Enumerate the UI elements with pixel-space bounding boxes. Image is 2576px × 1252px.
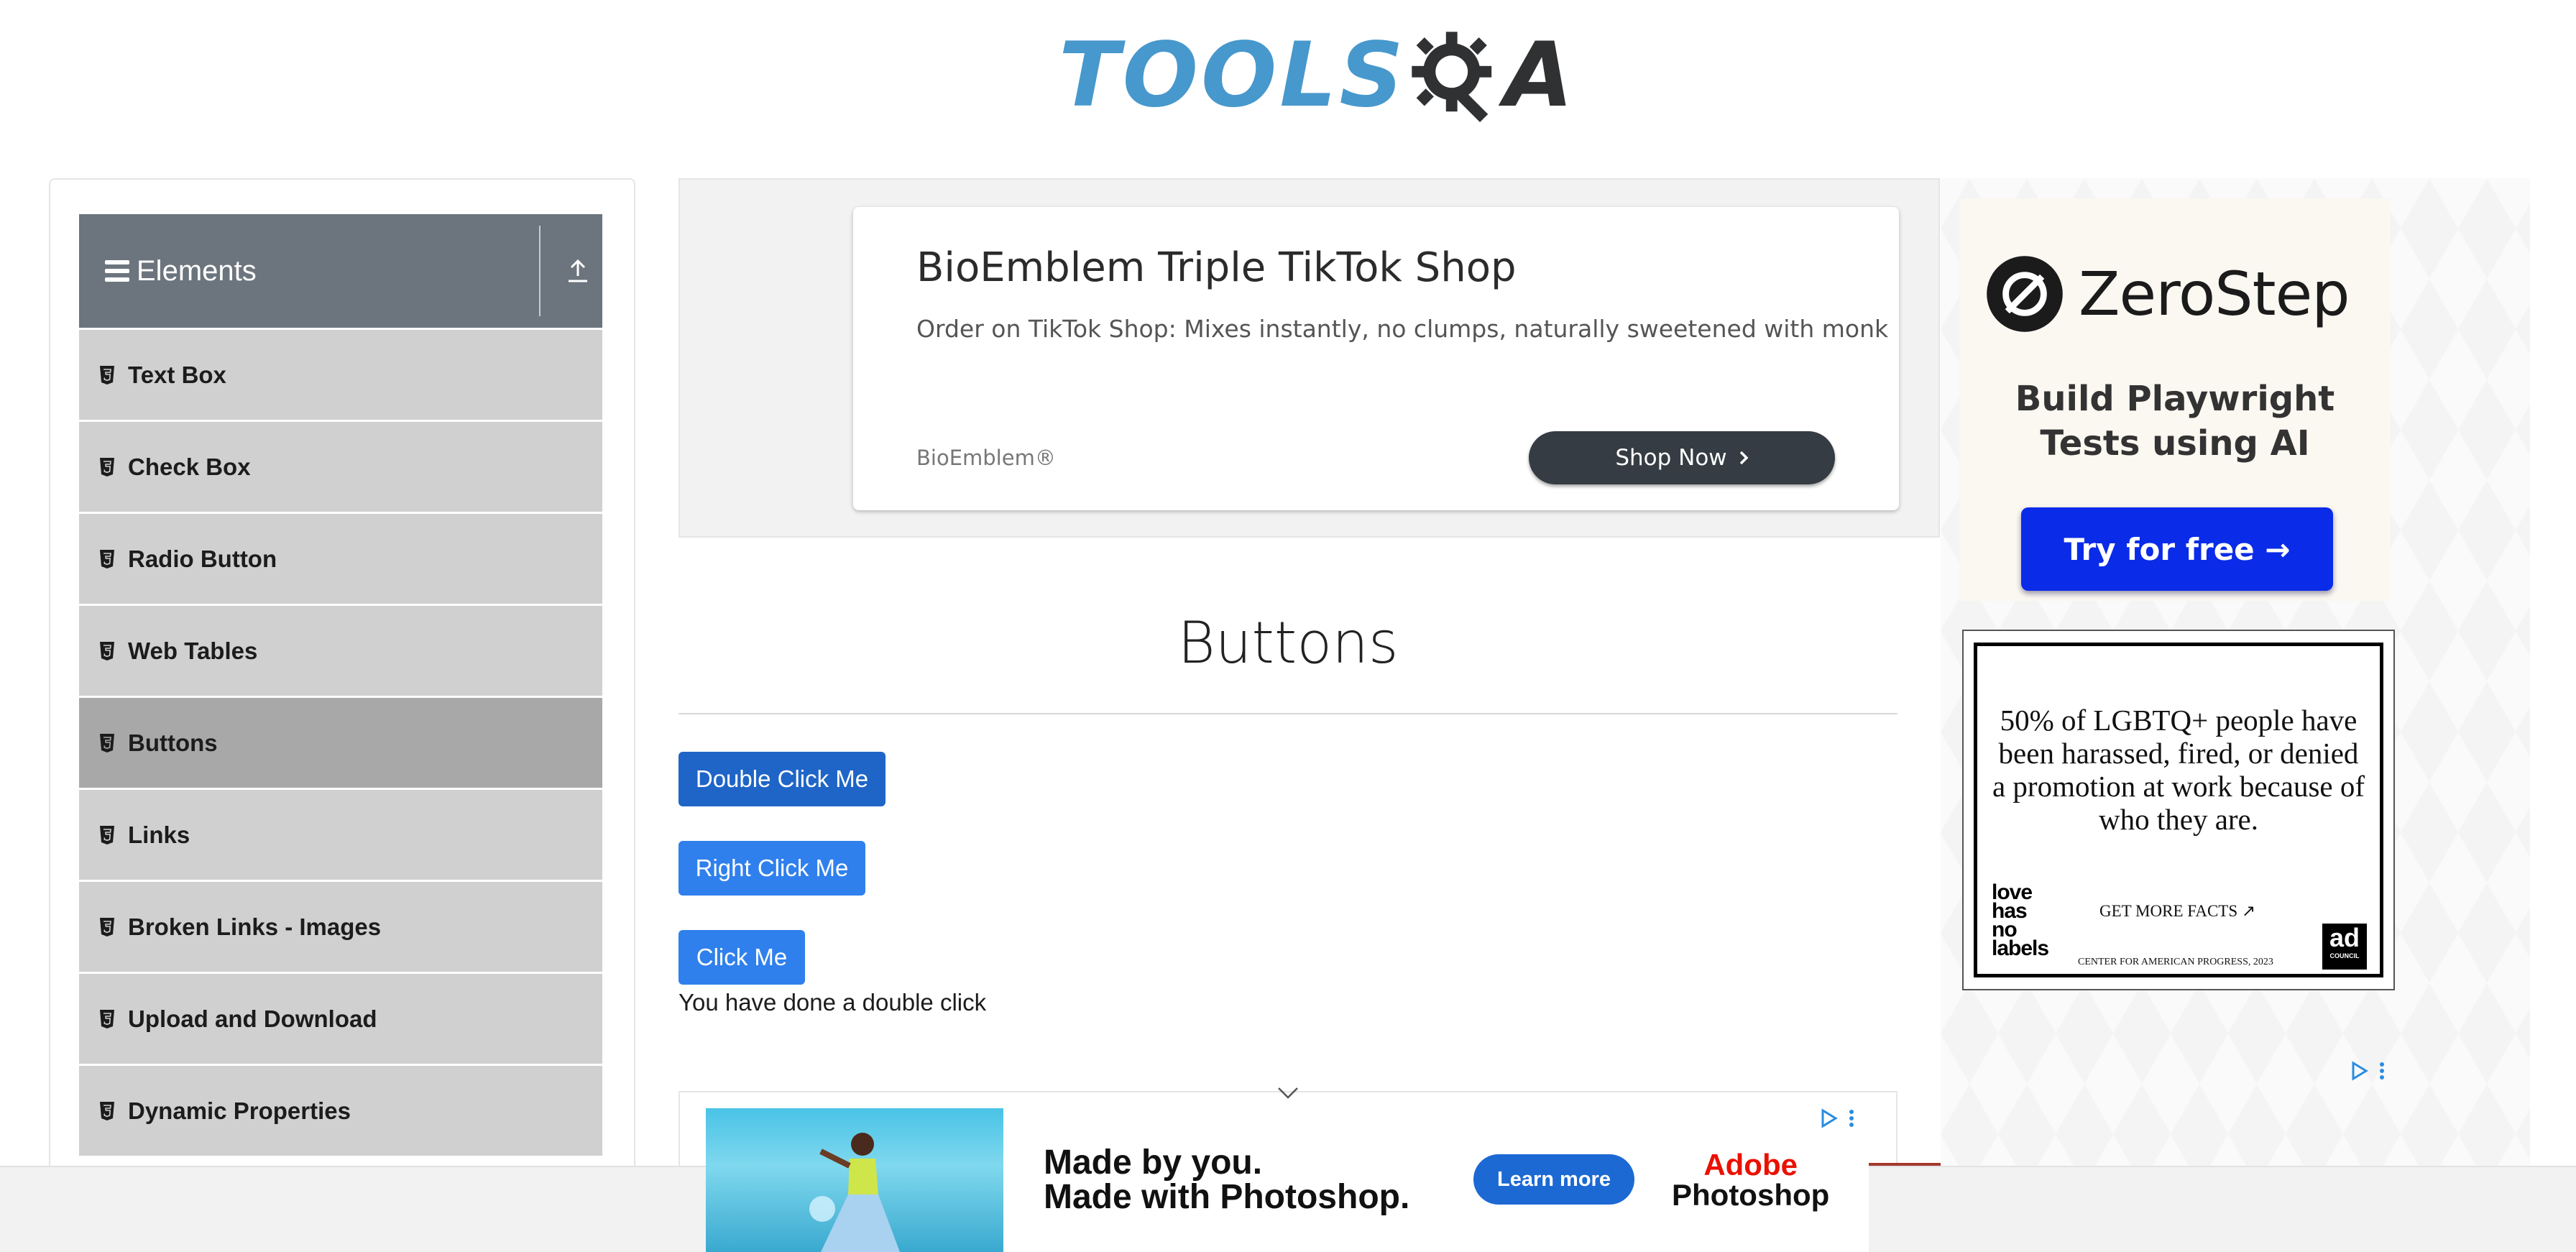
try-for-free-button[interactable]: Try for free → [2021, 507, 2333, 591]
sidebar-item-web-tables[interactable]: Web Tables [79, 604, 602, 696]
zerostep-ad[interactable]: ZeroStep Build Playwright Tests using AI… [1959, 198, 2391, 601]
get-more-facts-link[interactable]: GET MORE FACTS ↗ [2099, 902, 2255, 921]
tagline-line-2: Tests using AI [2040, 423, 2310, 464]
ad-council-logo: ad COUNCIL [2322, 924, 2367, 970]
adchoices-icon[interactable] [2350, 1061, 2369, 1081]
brand-line-2: Photoshop [1672, 1178, 1830, 1212]
html5-icon [100, 1101, 114, 1120]
logo-tools-text: TOOLS [1059, 24, 1407, 127]
love-has-no-labels-logo: love has no labels [1992, 882, 2049, 960]
sidebar-item-label: Web Tables [128, 637, 258, 664]
woman-figure-image [809, 1133, 900, 1252]
ad-source: CENTER FOR AMERICAN PROGRESS, 2023 [2078, 957, 2273, 967]
ad-title[interactable]: BioEmblem Triple TikTok Shop [916, 244, 1517, 291]
html5-icon [100, 917, 114, 936]
chevron-right-icon [1739, 451, 1749, 465]
menu-icon [105, 260, 129, 282]
adobe-photoshop-logo: Adobe Photoshop [1672, 1150, 1829, 1210]
page: TOOLS A Elements Text Box Check Box Radi… [0, 0, 2576, 1252]
brand-line-1: Adobe [1703, 1148, 1798, 1182]
ad-brand: BioEmblem® [916, 446, 1056, 470]
double-click-message: You have done a double click [678, 989, 987, 1016]
logo-a-text: A [1504, 24, 1573, 127]
headline-line-1: Made by you. [1044, 1143, 1263, 1182]
adchoices-controls [1820, 1108, 1854, 1128]
shop-now-label: Shop Now [1615, 445, 1727, 471]
html5-icon [100, 733, 114, 752]
header-divider [539, 226, 540, 316]
ad-headline: Made by you. Made with Photoshop. [1044, 1146, 1409, 1215]
chevron-down-icon[interactable] [1276, 1085, 1300, 1101]
sidebar-item-label: Links [128, 821, 190, 848]
headline-line-2: Made with Photoshop. [1044, 1178, 1410, 1216]
sidebar-item-buttons[interactable]: Buttons [79, 696, 602, 788]
sidebar-item-radio-button[interactable]: Radio Button [79, 512, 602, 604]
collapse-upload-icon[interactable] [553, 214, 602, 328]
ad-council-sub: COUNCIL [2329, 952, 2360, 959]
zerostep-logo: ZeroStep [1985, 254, 2350, 333]
ad-council-main: ad [2329, 923, 2360, 952]
page-title: Buttons [1177, 609, 1399, 676]
learn-more-button[interactable]: Learn more [1473, 1154, 1634, 1205]
group-title: Elements [137, 254, 257, 287]
ad-image [706, 1108, 1003, 1252]
html5-icon [100, 457, 114, 477]
logo-line: labels [1992, 936, 2049, 960]
adchoices-controls [2350, 1061, 2385, 1081]
top-ad-container: BioEmblem Triple TikTok Shop Order on Ti… [678, 178, 1940, 538]
ad-statement: 50% of LGBTQ+ people have been harassed,… [1992, 704, 2365, 836]
html5-icon [100, 825, 114, 844]
shop-now-button[interactable]: Shop Now [1529, 431, 1835, 484]
right-click-button[interactable]: Right Click Me [678, 841, 865, 896]
sidebar-item-broken-links[interactable]: Broken Links - Images [79, 880, 602, 972]
zerostep-tagline: Build Playwright Tests using AI [1959, 377, 2391, 466]
toolsqa-logo[interactable]: TOOLS A [1059, 22, 1573, 129]
double-click-button[interactable]: Double Click Me [678, 752, 886, 806]
html5-icon [100, 641, 114, 660]
sidebar-item-label: Upload and Download [128, 1005, 377, 1032]
bioemblem-ad[interactable]: BioEmblem Triple TikTok Shop Order on Ti… [853, 207, 1899, 510]
more-options-icon[interactable] [1849, 1108, 1854, 1128]
ad-frame: 50% of LGBTQ+ people have been harassed,… [1974, 643, 2383, 977]
zerostep-brand: ZeroStep [2079, 259, 2350, 329]
sidebar-item-check-box[interactable]: Check Box [79, 420, 602, 512]
gear-magnifier-icon [1412, 32, 1491, 123]
sidebar-item-label: Radio Button [128, 545, 277, 572]
sidebar-item-links[interactable]: Links [79, 788, 602, 880]
sidebar-item-label: Broken Links - Images [128, 913, 382, 940]
adchoices-icon[interactable] [1820, 1108, 1839, 1128]
click-me-button[interactable]: Click Me [678, 930, 805, 985]
sidebar-item-label: Dynamic Properties [128, 1097, 351, 1124]
accent-line [1869, 1163, 1941, 1166]
html5-icon [100, 549, 114, 569]
sidebar-item-label: Check Box [128, 453, 251, 480]
sidebar-item-label: Buttons [128, 729, 218, 756]
adobe-photoshop-ad[interactable]: Made by you. Made with Photoshop. Learn … [706, 1108, 1869, 1252]
elements-menu: Text Box Check Box Radio Button Web Tabl… [79, 328, 602, 1156]
html5-icon [100, 365, 114, 385]
zerostep-logo-icon [1987, 256, 2063, 332]
ad-description: Order on TikTok Shop: Mixes instantly, n… [916, 315, 1889, 343]
sidebar-item-text-box[interactable]: Text Box [79, 328, 602, 420]
love-has-no-labels-ad[interactable]: 50% of LGBTQ+ people have been harassed,… [1962, 630, 2395, 990]
html5-icon [100, 1009, 114, 1028]
sidebar-item-label: Text Box [128, 361, 226, 388]
sidebar-item-upload-download[interactable]: Upload and Download [79, 972, 602, 1064]
title-divider [678, 713, 1898, 714]
more-options-icon[interactable] [2379, 1061, 2385, 1081]
tagline-line-1: Build Playwright [2015, 379, 2335, 419]
left-sidebar: Elements Text Box Check Box Radio Button [49, 178, 635, 1252]
elements-group-header[interactable]: Elements [79, 214, 602, 328]
sidebar-item-dynamic-properties[interactable]: Dynamic Properties [79, 1064, 602, 1156]
